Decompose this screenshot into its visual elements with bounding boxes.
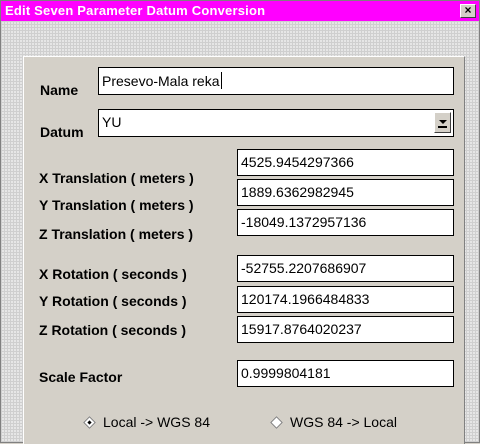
y-rotation-field[interactable]: 120174.1966484833 [237,286,454,313]
form-panel: Name Presevo-Mala reka Datum YU X Transl… [23,56,465,444]
x-translation-field[interactable]: 4525.9454297366 [237,149,454,176]
scale-factor-field[interactable]: 0.9999804181 [237,360,454,387]
close-icon: × [464,3,472,17]
radio-label-local-to-wgs84: Local -> WGS 84 [103,414,210,430]
z-rotation-field[interactable]: 15917.8764020237 [237,316,454,343]
radio-label-wgs84-to-local: WGS 84 -> Local [290,414,397,430]
datum-conversion-dialog: Edit Seven Parameter Datum Conversion × … [0,0,480,444]
datum-label: Datum [40,124,84,140]
chevron-down-icon [439,120,447,124]
x-rotation-label: X Rotation ( seconds ) [39,266,187,282]
close-button[interactable]: × [460,4,476,18]
z-translation-label: Z Translation ( meters ) [39,226,194,242]
datum-selected-value: YU [102,114,122,130]
radio-dot [87,420,92,425]
y-translation-field[interactable]: 1889.6362982945 [237,179,454,206]
y-translation-label: Y Translation ( meters ) [39,197,194,213]
window-title: Edit Seven Parameter Datum Conversion [5,3,266,18]
datum-dropdown-button[interactable] [434,112,451,133]
scale-factor-label: Scale Factor [39,369,123,385]
y-rotation-label: Y Rotation ( seconds ) [39,293,187,309]
name-label: Name [40,82,79,98]
name-field[interactable]: Presevo-Mala reka [98,67,454,95]
x-translation-label: X Translation ( meters ) [39,170,194,186]
text-caret [220,72,222,89]
name-field-value: Presevo-Mala reka [102,73,220,89]
title-bar[interactable]: Edit Seven Parameter Datum Conversion × [1,1,479,21]
z-rotation-label: Z Rotation ( seconds ) [39,322,186,338]
z-translation-field[interactable]: -18049.1372957136 [237,209,454,236]
x-rotation-field[interactable]: -52755.2207686907 [237,255,454,282]
datum-select[interactable]: YU [98,109,454,137]
dropdown-underline [438,126,447,128]
